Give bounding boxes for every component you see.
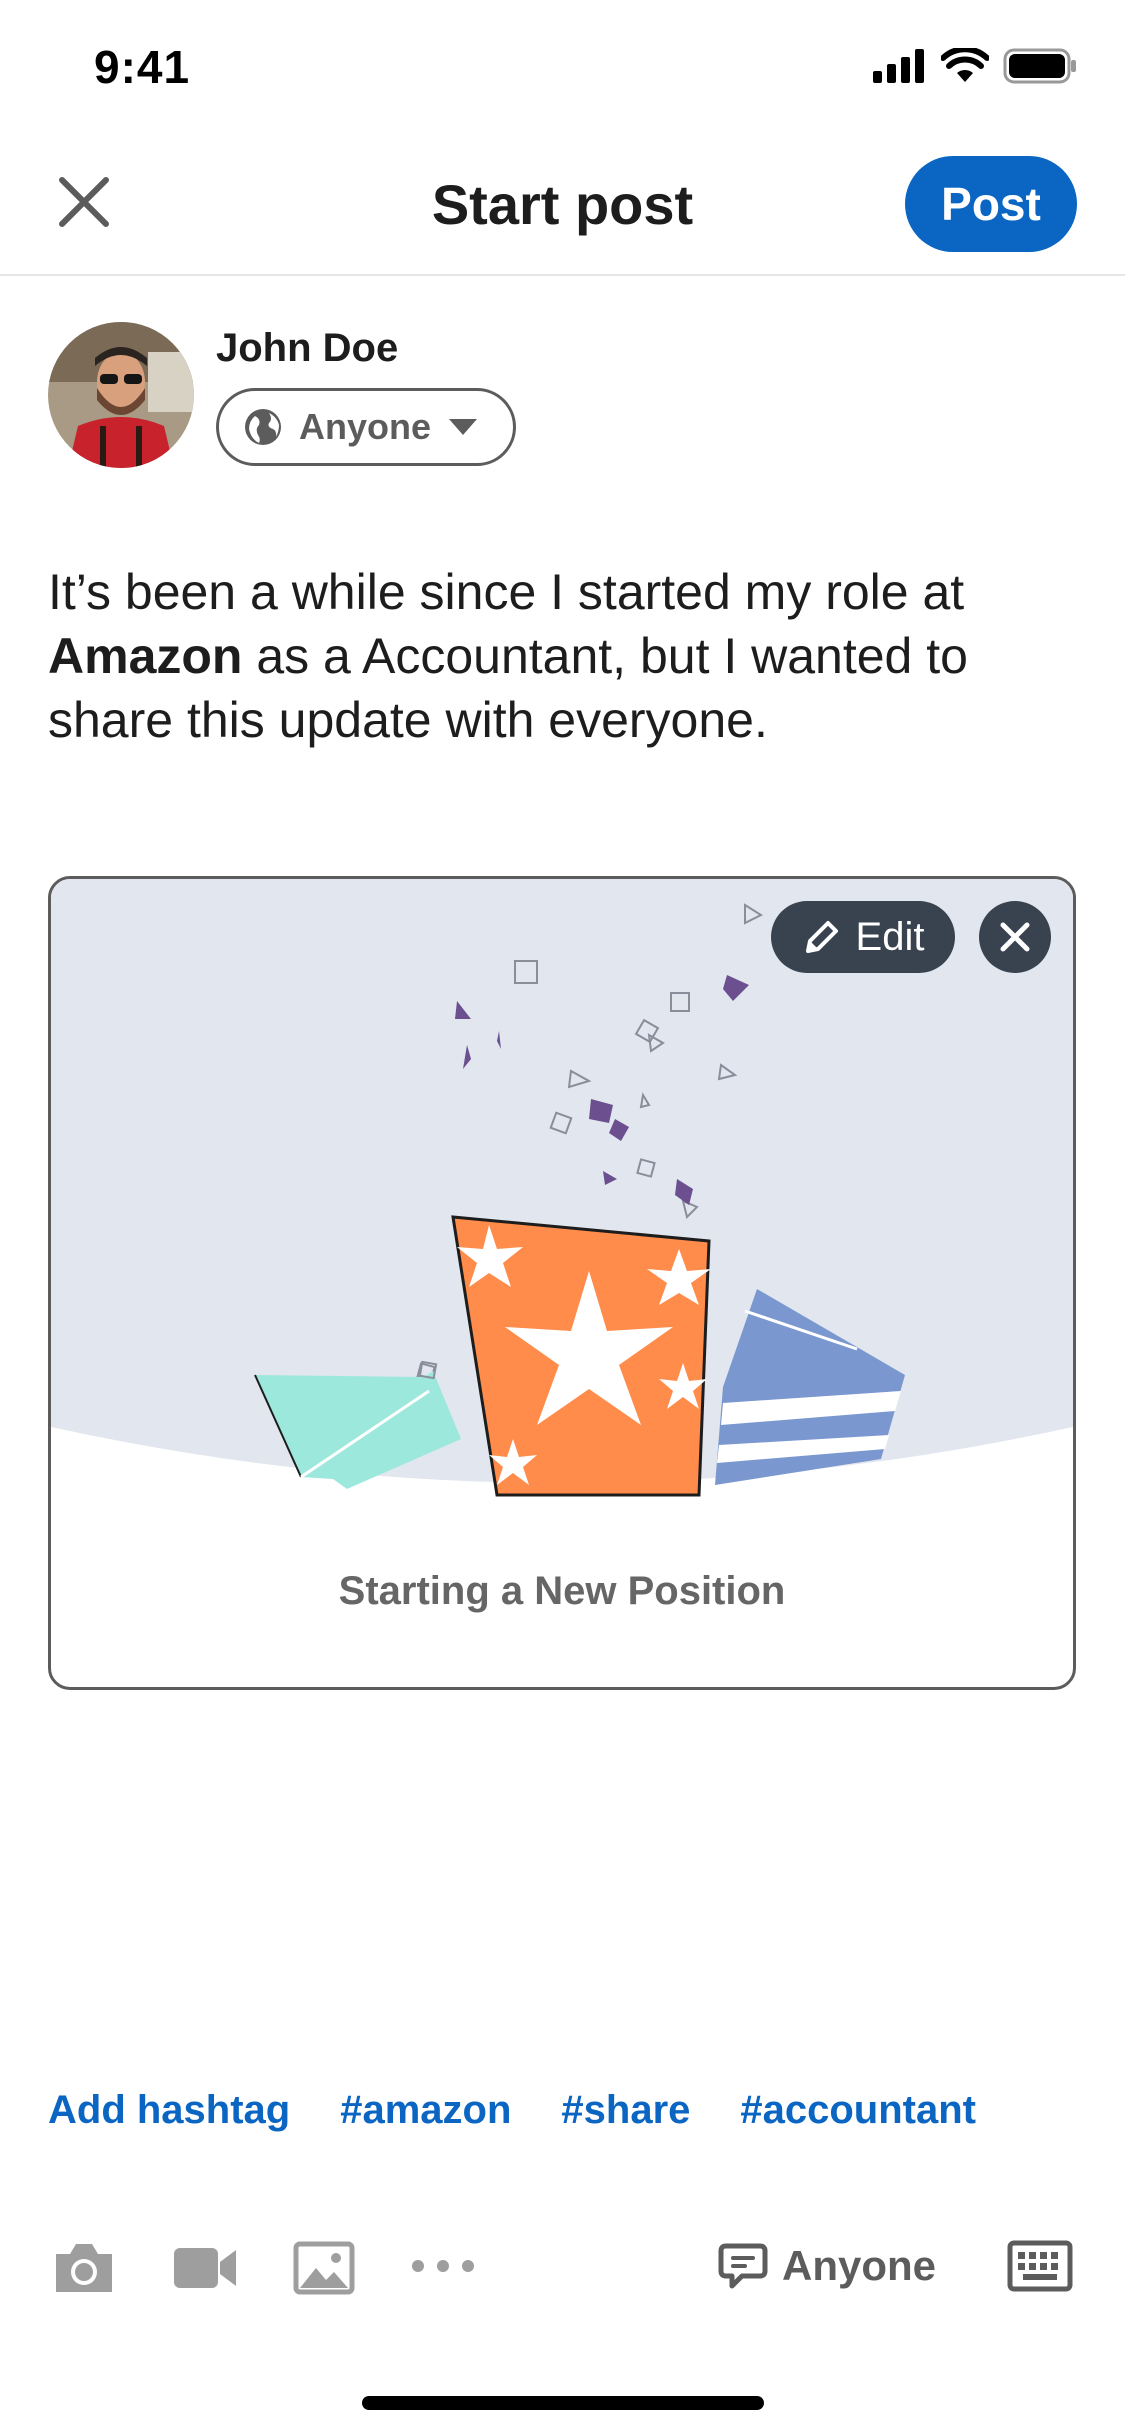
status-icons: [873, 48, 1077, 84]
more-options-button[interactable]: [410, 2256, 476, 2281]
author-name: John Doe: [216, 326, 399, 370]
globe-icon: [245, 409, 281, 445]
home-indicator[interactable]: [362, 2396, 764, 2410]
nav-bar: Start post Post: [0, 140, 1125, 276]
audience-selector[interactable]: Anyone: [216, 388, 516, 466]
caret-down-icon: [449, 419, 478, 435]
edit-card-button[interactable]: Edit: [771, 901, 955, 973]
avatar-photo: [48, 322, 194, 468]
comment-settings-button[interactable]: Anyone: [718, 2242, 936, 2290]
status-bar: 9:41: [0, 0, 1125, 140]
video-icon: [174, 2248, 236, 2288]
card-caption: Starting a New Position: [338, 1569, 786, 1613]
wifi-icon: [941, 48, 989, 82]
keyboard-button[interactable]: [1007, 2240, 1073, 2297]
battery-icon: [1003, 48, 1076, 84]
video-button[interactable]: [172, 2240, 238, 2301]
avatar[interactable]: [48, 322, 194, 468]
signal-icon: [873, 49, 924, 83]
hashtag-suggestion[interactable]: #amazon: [340, 2088, 511, 2133]
remove-icon: [1000, 922, 1030, 952]
hashtag-suggestion[interactable]: #share: [561, 2088, 690, 2133]
post-button[interactable]: Post: [905, 156, 1077, 252]
remove-card-button[interactable]: [979, 901, 1051, 973]
edit-label: Edit: [855, 914, 925, 959]
comment-audience-label: Anyone: [782, 2242, 937, 2289]
status-time: 9:41: [94, 41, 191, 93]
compose-toolbar: Anyone: [0, 2224, 1125, 2324]
keyboard-icon: [1007, 2240, 1073, 2292]
add-hashtag-button[interactable]: Add hashtag: [48, 2088, 290, 2133]
camera-icon: [56, 2244, 112, 2292]
post-text-intro: It’s been a while since I started my rol…: [48, 564, 965, 620]
photo-button[interactable]: [292, 2240, 356, 2301]
audience-label: Anyone: [299, 406, 432, 447]
hashtag-bar: Add hashtag #amazon #share #accountant: [48, 2088, 976, 2133]
more-icon: [412, 2260, 474, 2272]
celebration-card: Edit Starting a New Position: [48, 876, 1076, 1690]
image-icon: [293, 2241, 355, 2295]
camera-button[interactable]: [52, 2240, 116, 2301]
post-text-company: Amazon: [48, 628, 243, 684]
comment-icon: [718, 2243, 768, 2289]
pencil-icon: [805, 921, 838, 953]
hashtag-suggestion[interactable]: #accountant: [740, 2088, 976, 2133]
post-text[interactable]: It’s been a while since I started my rol…: [48, 560, 1078, 752]
